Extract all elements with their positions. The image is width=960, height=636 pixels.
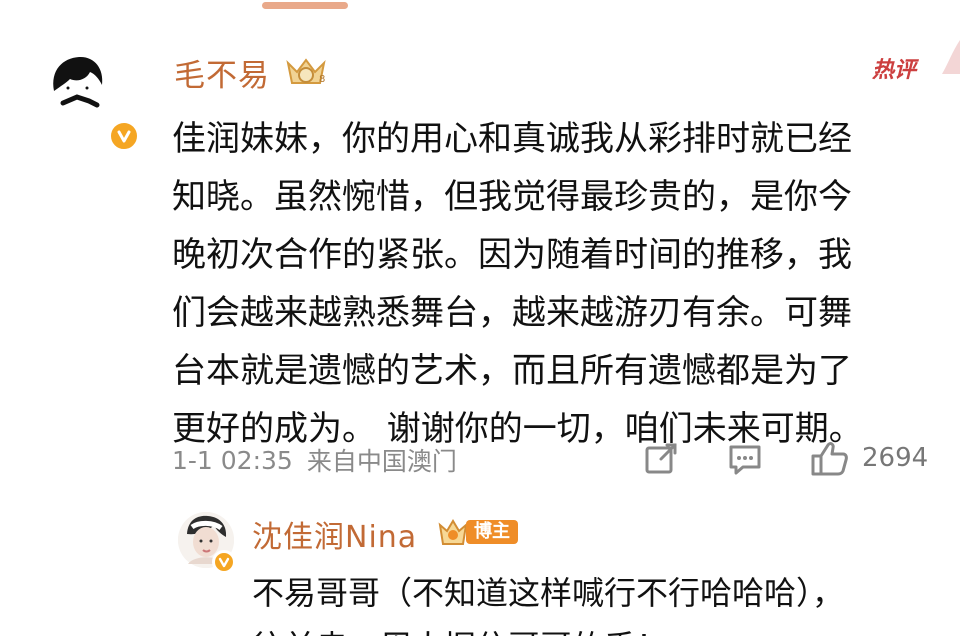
comment-location: 来自中国澳门: [306, 447, 457, 476]
avatar-mao-buyi[interactable]: [46, 52, 110, 116]
reply-line-partial: 往前走，周太握住哥哥的手！: [252, 620, 942, 636]
drag-handle[interactable]: [262, 2, 348, 9]
crown-badge-icon[interactable]: 8: [282, 55, 330, 87]
comment-line: 知晓。虽然惋惜，但我觉得最珍贵的，是你今: [172, 177, 852, 217]
share-button[interactable]: [640, 438, 682, 480]
reply-line: 不易哥哥（不知道这样喊行不行哈哈哈），: [252, 574, 845, 612]
reply-verified-v-shape: [218, 557, 230, 568]
like-count: 2694: [862, 443, 929, 473]
crown-badge-shape: 8: [286, 58, 326, 85]
crown-level-text: 8: [319, 74, 325, 85]
hot-comment-tag: 热评: [872, 58, 917, 83]
comment-time: 1-1 02:35: [172, 445, 293, 475]
comment-username[interactable]: 毛不易: [174, 50, 270, 95]
comment-meta: 1-1 02:35 来自中国澳门: [172, 443, 457, 477]
weibo-comment-page: 毛不易 8 热评 佳润妹妹，你的用心和真诚我从彩排时就已经 知晓。虽然惋惜，但我…: [0, 0, 960, 636]
reply-text: 不易哥哥（不知道这样喊行不行哈哈哈）， 往前走，周太握住哥哥的手！: [252, 566, 942, 636]
verified-v-shape: [117, 130, 131, 143]
comment-icon: [729, 445, 761, 475]
avatar-drawing: [53, 56, 103, 108]
like-button[interactable]: [806, 435, 852, 481]
verified-v-icon: [108, 120, 140, 152]
share-icon: [645, 443, 677, 474]
comment-line: 佳润妹妹，你的用心和真诚我从彩排时就已经: [172, 119, 852, 159]
comment-line: 们会越来越熟悉舞台，越来越游刃有余。可舞: [172, 293, 852, 333]
blogger-label: 博主: [466, 520, 518, 544]
reply-username[interactable]: 沈佳润Nina: [252, 512, 417, 556]
corner-fold-shape: [942, 40, 960, 74]
comment-button[interactable]: [724, 438, 766, 480]
blogger-crown-icon: [436, 516, 470, 548]
comment-text: 佳润妹妹，你的用心和真诚我从彩排时就已经 知晓。虽然惋惜，但我觉得最珍贵的，是你…: [172, 110, 932, 458]
blogger-crown-shape: [438, 519, 468, 545]
blogger-badge: 博主: [436, 516, 520, 548]
comment-line: 晚初次合作的紧张。因为随着时间的推移，我: [172, 235, 852, 275]
thumbs-up-icon: [811, 442, 848, 476]
verified-v-icon: [212, 550, 236, 574]
comment-line: 台本就是遗憾的艺术，而且所有遗憾都是为了: [172, 351, 852, 391]
corner-fold-icon: [934, 40, 960, 74]
